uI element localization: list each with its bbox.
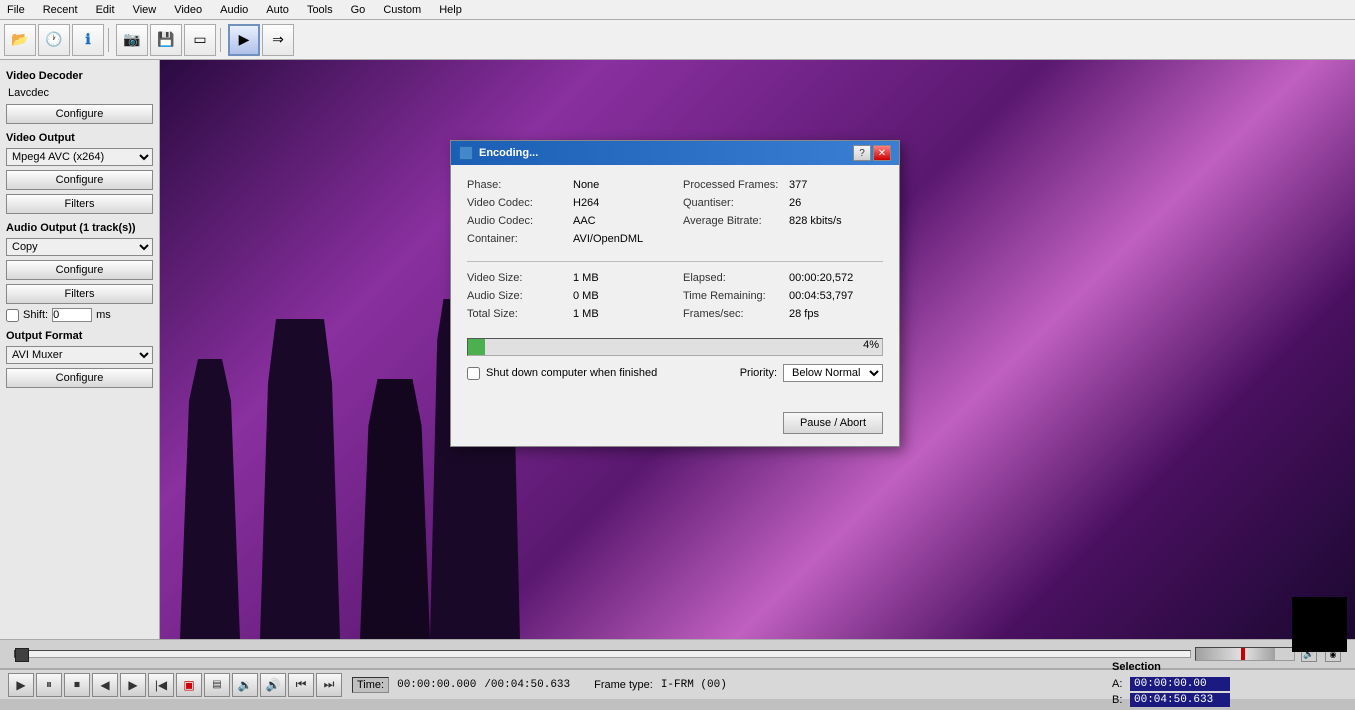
container-label: Container: xyxy=(467,233,567,245)
elapsed-label: Elapsed: xyxy=(683,272,783,284)
time-remaining-label: Time Remaining: xyxy=(683,290,783,302)
audio-size-label: Audio Size: xyxy=(467,290,567,302)
audio-size-value: 0 MB xyxy=(573,290,599,302)
container-row: Container: AVI/OpenDML xyxy=(467,233,667,245)
video-codec-label: Video Codec: xyxy=(467,197,567,209)
pause-abort-button[interactable]: Pause / Abort xyxy=(783,412,883,434)
quantiser-row: Quantiser: 26 xyxy=(683,197,883,209)
dialog-title: Encoding... xyxy=(459,146,538,160)
phase-value: None xyxy=(573,179,599,191)
options-row: Shut down computer when finished Priorit… xyxy=(467,364,883,382)
info-grid: Phase: None Video Codec: H264 Audio Code… xyxy=(467,179,883,251)
encode-dialog-icon xyxy=(459,146,473,160)
progress-bar xyxy=(467,338,883,356)
elapsed-row: Elapsed: 00:00:20,572 xyxy=(683,272,883,284)
audio-codec-row: Audio Codec: AAC xyxy=(467,215,667,227)
video-size-row: Video Size: 1 MB xyxy=(467,272,667,284)
frames-sec-value: 28 fps xyxy=(789,308,819,320)
total-size-label: Total Size: xyxy=(467,308,567,320)
phase-label: Phase: xyxy=(467,179,567,191)
dialog-close-button[interactable]: ✕ xyxy=(873,145,891,161)
time-remaining-row: Time Remaining: 00:04:53,797 xyxy=(683,290,883,302)
shutdown-checkbox-label[interactable]: Shut down computer when finished xyxy=(467,367,657,380)
dialog-footer: Pause / Abort xyxy=(451,404,899,446)
priority-row: Priority: Below Normal Normal Above Norm… xyxy=(740,364,883,382)
average-bitrate-label: Average Bitrate: xyxy=(683,215,783,227)
average-bitrate-value: 828 kbits/s xyxy=(789,215,842,227)
container-value: AVI/OpenDML xyxy=(573,233,643,245)
frames-sec-row: Frames/sec: 28 fps xyxy=(683,308,883,320)
quantiser-value: 26 xyxy=(789,197,801,209)
time-remaining-value: 00:04:53,797 xyxy=(789,290,853,302)
total-size-value: 1 MB xyxy=(573,308,599,320)
priority-select[interactable]: Below Normal Normal Above Normal High xyxy=(783,364,883,382)
size-grid: Video Size: 1 MB Audio Size: 0 MB Total … xyxy=(467,272,883,326)
encoding-dialog: Encoding... ? ✕ Phase: None Video Codec: xyxy=(450,140,900,447)
dialog-overlay: Encoding... ? ✕ Phase: None Video Codec: xyxy=(0,0,1355,699)
progress-container: 4% xyxy=(467,338,883,356)
frames-sec-label: Frames/sec: xyxy=(683,308,783,320)
video-size-value: 1 MB xyxy=(573,272,599,284)
video-size-label: Video Size: xyxy=(467,272,567,284)
progress-label: 4% xyxy=(863,339,879,351)
audio-size-row: Audio Size: 0 MB xyxy=(467,290,667,302)
processed-frames-row: Processed Frames: 377 xyxy=(683,179,883,191)
progress-fill xyxy=(468,339,485,355)
phase-row: Phase: None xyxy=(467,179,667,191)
dialog-body: Phase: None Video Codec: H264 Audio Code… xyxy=(451,165,899,404)
total-size-row: Total Size: 1 MB xyxy=(467,308,667,320)
dialog-help-button[interactable]: ? xyxy=(853,145,871,161)
audio-codec-label: Audio Codec: xyxy=(467,215,567,227)
processed-frames-value: 377 xyxy=(789,179,807,191)
divider1 xyxy=(467,261,883,262)
processed-frames-label: Processed Frames: xyxy=(683,179,783,191)
priority-label: Priority: xyxy=(740,367,777,379)
shutdown-checkbox[interactable] xyxy=(467,367,480,380)
audio-codec-value: AAC xyxy=(573,215,596,227)
quantiser-label: Quantiser: xyxy=(683,197,783,209)
elapsed-value: 00:00:20,572 xyxy=(789,272,853,284)
video-codec-value: H264 xyxy=(573,197,599,209)
video-codec-row: Video Codec: H264 xyxy=(467,197,667,209)
dialog-titlebar: Encoding... ? ✕ xyxy=(451,141,899,165)
dialog-controls: ? ✕ xyxy=(853,145,891,161)
average-bitrate-row: Average Bitrate: 828 kbits/s xyxy=(683,215,883,227)
shutdown-label: Shut down computer when finished xyxy=(486,367,657,379)
